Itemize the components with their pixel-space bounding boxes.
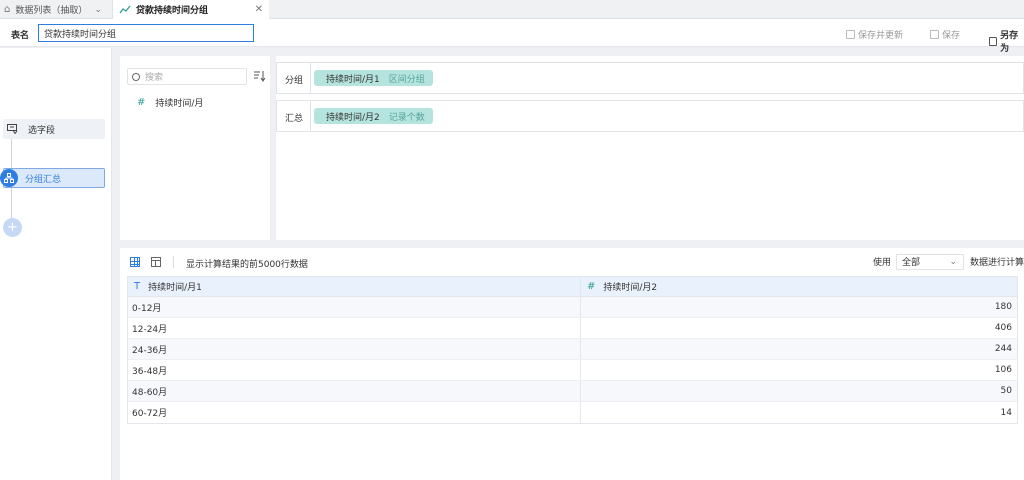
table-row: 0-12月 180 (128, 297, 1017, 318)
toolbar-divider (173, 256, 174, 268)
column-header[interactable]: T 持续时间/月1 (128, 277, 581, 296)
field-item-label: 持续时间/月 (155, 99, 204, 109)
column-header-label: 持续时间/月2 (603, 283, 658, 293)
table-cell: 106 (994, 365, 1012, 375)
save-update-button[interactable]: 保存并更新 (846, 28, 903, 41)
select-fields-icon (3, 120, 21, 138)
save-icon (930, 30, 939, 39)
group-zone-label: 分组 (285, 76, 304, 86)
column-header[interactable]: # 持续时间/月2 (581, 277, 1017, 296)
table-row: 36-48月 106 (128, 360, 1017, 381)
table-cell: 48-60月 (128, 381, 581, 401)
grid-view-icon[interactable] (130, 257, 140, 267)
scope-select-value: 全部 (901, 258, 920, 268)
compute-scope: 使用 全部 ⌄ 数据进行计算 (873, 253, 1024, 270)
table-row: 60-72月 14 (128, 402, 1017, 423)
table-cell: 24-36月 (128, 339, 581, 359)
table-cell: 244 (994, 344, 1012, 354)
number-type-icon: # (587, 281, 596, 292)
config-pane: 搜索 # 持续时间/月 分组 持续时间/月1 区间分组 汇总 持续时间/月2 记… (120, 56, 1024, 240)
table-header: T 持续时间/月1 # 持续时间/月2 (128, 277, 1017, 297)
save-button[interactable]: 保存 (930, 28, 960, 41)
group-field-name: 持续时间/月1 (326, 74, 380, 85)
group-field-method: 区间分组 (388, 74, 425, 85)
summary-zone[interactable]: 汇总 持续时间/月2 记录个数 (276, 100, 1024, 132)
text-type-icon: T (134, 281, 141, 292)
tab-data-list-label: 数据列表（抽取） (15, 6, 88, 16)
table-cell: 0-12月 (128, 297, 581, 317)
analysis-icon (119, 5, 131, 14)
sort-icon[interactable] (253, 70, 267, 84)
summary-zone-label: 汇总 (285, 114, 304, 124)
search-placeholder: 搜索 (145, 73, 164, 83)
tab-bar: ⌂ 数据列表（抽取） ⌄ 贷款持续时间分组 ✕ (0, 0, 1024, 19)
column-header-label: 持续时间/月1 (148, 283, 202, 293)
summary-field-name: 持续时间/月2 (326, 112, 380, 123)
summary-field-pill[interactable]: 持续时间/月2 记录个数 (314, 108, 433, 124)
step-group-summary[interactable]: 分组汇总 (0, 168, 105, 188)
preview-pane: 显示计算结果的前5000行数据 使用 全部 ⌄ 数据进行计算 T 持续时间/月1… (120, 248, 1024, 480)
home-icon: ⌂ (4, 4, 11, 15)
save-update-label: 保存并更新 (858, 31, 904, 41)
tab-loan-duration-group[interactable]: 贷款持续时间分组 ✕ (113, 0, 269, 19)
save-as-label: 另存为 (1000, 31, 1019, 54)
group-zone[interactable]: 分组 持续时间/月1 区间分组 (276, 62, 1024, 94)
add-step-button[interactable]: + (3, 218, 22, 237)
field-search[interactable]: 搜索 (127, 68, 247, 85)
preview-note: 显示计算结果的前5000行数据 (186, 260, 308, 270)
preview-table: T 持续时间/月1 # 持续时间/月2 0-12月 180 12-24月 406… (127, 276, 1018, 424)
save-update-icon (846, 30, 855, 39)
zone-divider (310, 63, 311, 93)
save-label: 保存 (942, 31, 961, 41)
table-body: 0-12月 180 12-24月 406 24-36月 244 36-48月 1… (128, 297, 1017, 423)
save-as-icon (989, 36, 998, 46)
use-label: 使用 (872, 258, 891, 268)
layout-view-icon[interactable] (151, 257, 161, 267)
table-cell: 50 (1000, 386, 1012, 396)
table-cell: 12-24月 (128, 318, 581, 338)
field-item[interactable]: # 持续时间/月 (137, 96, 203, 109)
close-icon[interactable]: ✕ (255, 4, 263, 15)
table-cell: 14 (1000, 407, 1012, 418)
table-cell: 36-48月 (128, 360, 581, 380)
group-field-pill[interactable]: 持续时间/月1 区间分组 (314, 70, 433, 86)
use-suffix: 数据进行计算 (969, 258, 1024, 268)
chevron-down-icon: ⌄ (949, 256, 957, 267)
table-name-label: 表名 (11, 31, 30, 41)
summary-field-method: 记录个数 (388, 112, 425, 123)
step-group-summary-label: 分组汇总 (25, 174, 62, 185)
tab-data-list[interactable]: ⌂ 数据列表（抽取） ⌄ (0, 0, 112, 19)
table-row: 24-36月 244 (128, 339, 1017, 360)
zone-divider (310, 101, 311, 131)
step-select-fields-label: 选字段 (28, 125, 56, 136)
search-icon (132, 72, 140, 81)
scope-select[interactable]: 全部 ⌄ (895, 253, 964, 270)
table-name-bar: 表名 保存并更新 保存 另存为 (0, 19, 1024, 54)
table-cell: 60-72月 (128, 402, 581, 423)
save-as-button[interactable]: 另存为 (989, 28, 1024, 54)
chevron-down-icon[interactable]: ⌄ (94, 5, 102, 15)
table-cell: 180 (994, 302, 1012, 312)
number-field-icon: # (137, 97, 146, 108)
tab-loan-duration-group-label: 贷款持续时间分组 (136, 6, 209, 16)
table-cell: 406 (994, 323, 1012, 333)
table-name-input[interactable] (38, 24, 254, 42)
table-row: 12-24月 406 (128, 318, 1017, 339)
step-select-fields[interactable]: 选字段 (3, 119, 105, 139)
group-summary-icon (0, 169, 18, 187)
step-pane: 选字段 分组汇总 + (0, 48, 112, 480)
table-row: 48-60月 50 (128, 381, 1017, 402)
